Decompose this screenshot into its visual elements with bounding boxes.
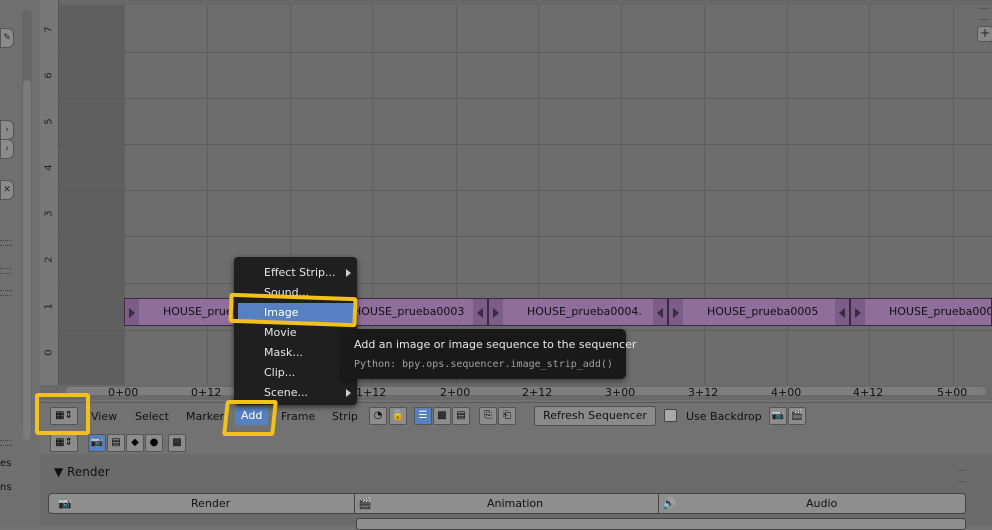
tooltip [342,329,626,379]
highlight-image-item [228,292,358,328]
submenu-arrow-icon [346,269,351,277]
strip-4[interactable]: HOUSE_prueba0006 [850,298,992,326]
timeline-label: 3+00 [605,386,636,399]
timeline-label: 4+12 [853,386,884,399]
menu-item-effect-strip[interactable]: Effect Strip... [264,266,336,279]
strip-label: HOUSE_prueba0003 [353,305,465,318]
arrow-right-icon[interactable]: › [0,120,14,140]
strip-label: HOUSE_prueba0006 [889,305,991,318]
strip-label: HOUSE_prueba0005 [707,305,819,318]
channel-label: 2 [43,256,55,263]
render-button[interactable]: Render [191,497,230,510]
eyedropper-icon[interactable]: ✎ [0,28,14,48]
channel-ruler [40,0,59,385]
channel-label: 7 [43,26,55,33]
panel-grip [0,268,12,274]
copy-icon[interactable]: ⎘ [479,407,497,425]
highlight-editor-type [35,393,90,435]
lock-icon[interactable]: 🔒 [389,407,407,425]
texture-tab-icon[interactable]: ▩ [168,434,186,452]
display-dropdown[interactable] [356,518,966,530]
menu-item-clip[interactable]: Clip... [264,366,295,379]
channel-label: 4 [43,164,55,171]
properties-panel [40,454,992,526]
render-panel-title[interactable]: ▼ Render [54,465,110,479]
timeline-label: 3+12 [688,386,719,399]
close-icon[interactable]: ✕ [0,180,14,200]
panel-grip [0,290,12,296]
highlight-add-menu [222,400,278,436]
timeline-label: 4+00 [771,386,802,399]
pre-start-region [58,5,124,385]
sequencer-view-icon[interactable]: ☰ [414,407,432,425]
scene-tab-icon[interactable]: ◆ [126,434,144,452]
clock-icon[interactable]: ◔ [369,407,387,425]
menu-strip[interactable]: Strip [332,410,358,423]
timeline-label: 0+12 [191,386,222,399]
refresh-sequencer-button[interactable]: Refresh Sequencer [534,406,656,426]
camera-icon[interactable]: 📷 [769,407,787,425]
menu-item-movie[interactable]: Movie [264,326,297,339]
left-scrollbar-thumb[interactable] [23,80,31,440]
menu-view[interactable]: View [91,410,117,423]
panel-grip [0,440,12,446]
audio-icon: 🔊 [662,497,676,510]
panel-grip[interactable] [958,470,966,482]
tooltip-title: Add an image or image sequence to the se… [354,338,637,351]
world-tab-icon[interactable]: ● [145,434,163,452]
panel-grip [0,240,12,246]
channel-label: 3 [43,210,55,217]
animation-button[interactable]: Animation [487,497,543,510]
arrow-right-icon[interactable]: › [0,139,14,159]
render-icon: 📷 [58,497,72,510]
strip-3[interactable]: HOUSE_prueba0005 [668,298,850,326]
animation-icon: 🎬 [358,497,372,510]
channel-label: 0 [43,349,55,356]
left-panel-text: ns [0,482,12,493]
tooltip-python: Python: bpy.ops.sequencer.image_strip_ad… [354,359,613,370]
area-corner-hatch[interactable] [978,8,990,20]
use-backdrop-label: Use Backdrop [686,410,762,423]
render-tab-icon[interactable]: 📷 [88,434,106,452]
layers-tab-icon[interactable]: ▤ [107,434,125,452]
left-panel-text: es [0,458,12,469]
menu-item-mask[interactable]: Mask... [264,346,303,359]
submenu-arrow-icon [346,389,351,397]
sequencer-header [40,402,992,433]
menu-item-scene[interactable]: Scene... [264,386,308,399]
timeline-label: 2+00 [440,386,471,399]
strip-label: HOUSE_prueba0004. [527,305,642,318]
menu-marker[interactable]: Marker [186,410,224,423]
left-side-panel [0,0,40,526]
use-backdrop-checkbox[interactable] [664,409,677,422]
strip-2[interactable]: HOUSE_prueba0004. [488,298,668,326]
sequencer-grid[interactable] [58,5,992,385]
clapper-icon[interactable]: 🎬 [788,407,806,425]
timeline-label: 1+12 [356,386,387,399]
preview-icon[interactable]: ▤ [452,407,470,425]
properties-editor-icon[interactable]: ▦⇕ [50,434,78,452]
menu-select[interactable]: Select [135,410,169,423]
timeline-label: 0+00 [108,386,139,399]
paste-icon[interactable]: ⎗ [498,407,516,425]
channel-label: 1 [43,303,55,310]
menu-frame[interactable]: Frame [281,410,315,423]
audio-button[interactable]: Audio [806,497,837,510]
plus-icon[interactable]: + [977,26,992,42]
checker-icon[interactable]: ▩ [433,407,451,425]
timeline-label: 5+00 [937,386,968,399]
channel-label: 6 [43,72,55,79]
channel-label: 5 [43,118,55,125]
timeline-label: 2+12 [522,386,553,399]
